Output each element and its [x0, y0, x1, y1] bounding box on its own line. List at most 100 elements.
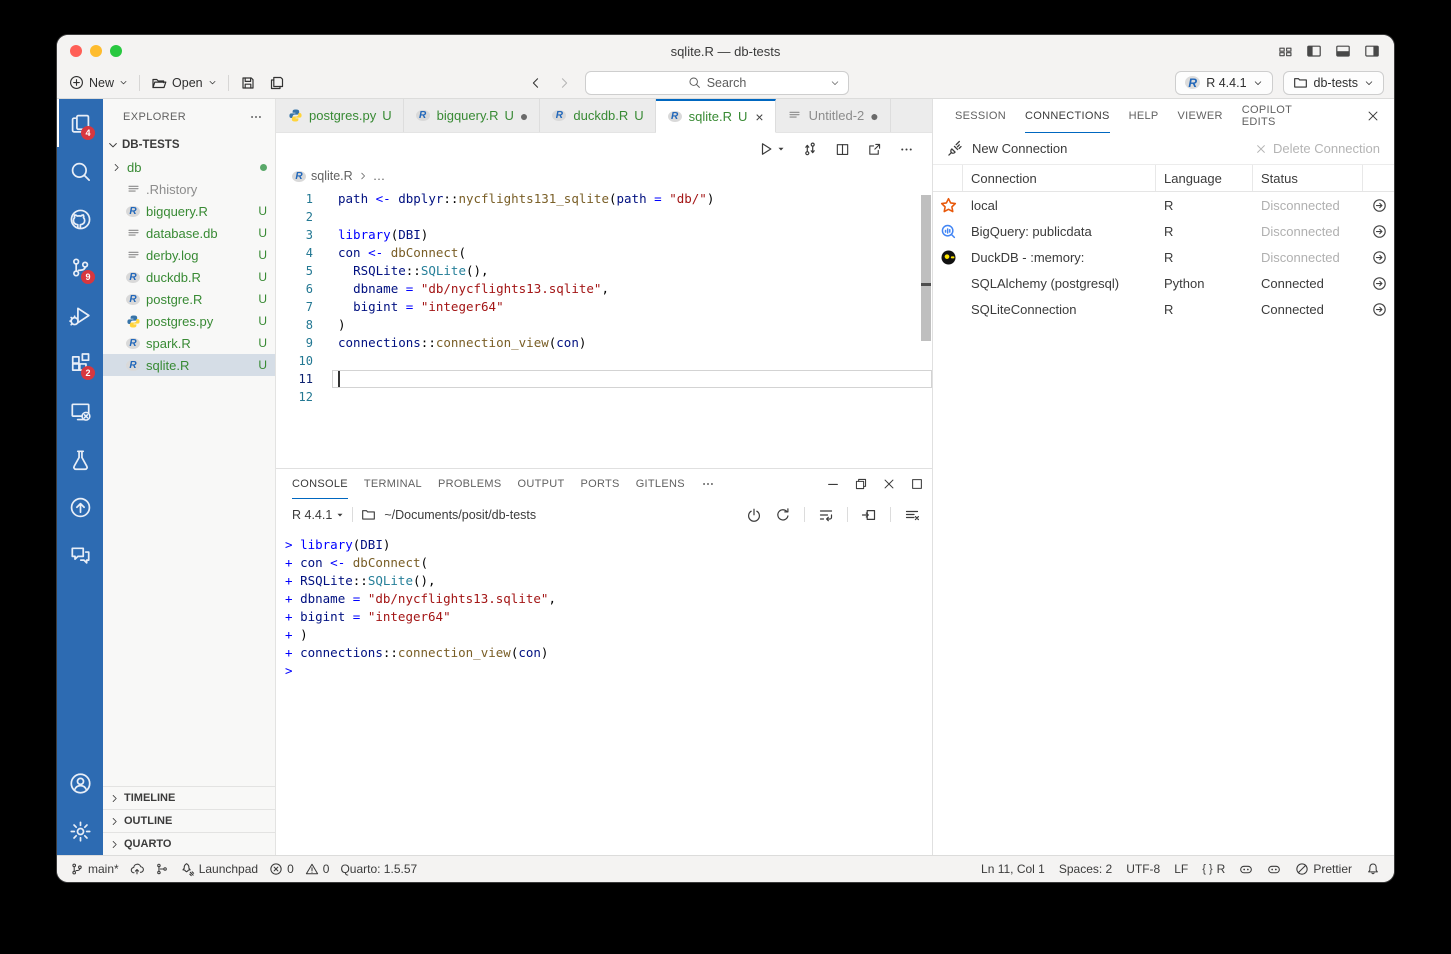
customize-layout-icon[interactable]	[1278, 44, 1293, 59]
navigate-forward-icon[interactable]	[557, 76, 571, 90]
split-editor-icon[interactable]	[835, 142, 850, 157]
interpreter-selector[interactable]: R R 4.4.1	[1175, 71, 1272, 95]
activity-item-extensions[interactable]: 2	[57, 339, 103, 387]
panel-tab-console[interactable]: CONSOLE	[292, 469, 348, 499]
status-warnings[interactable]: 0	[305, 862, 330, 876]
status-git-branch[interactable]: main*	[70, 862, 119, 876]
status-cursor-position[interactable]: Ln 11, Col 1	[981, 862, 1045, 876]
console-interpreter-selector[interactable]: R 4.4.1	[292, 508, 344, 522]
open-connection-icon[interactable]	[1363, 198, 1394, 213]
activity-item-testing[interactable]	[57, 435, 103, 483]
tab-postgres-py[interactable]: postgres.pyU	[276, 99, 404, 132]
open-connection-icon[interactable]	[1363, 224, 1394, 239]
activity-item-account[interactable]	[57, 759, 103, 807]
sidebar-item-database-db[interactable]: database.dbU	[103, 222, 275, 244]
toggle-panel-icon[interactable]	[1335, 43, 1351, 59]
activity-item-github[interactable]	[57, 195, 103, 243]
connection-row-bigquery-publicdata[interactable]: BigQuery: publicdataRDisconnected	[933, 218, 1394, 244]
toggle-primary-sidebar-icon[interactable]	[1306, 43, 1322, 59]
open-connection-icon[interactable]	[1363, 276, 1394, 291]
more-actions-icon[interactable]	[899, 142, 914, 157]
column-header-status[interactable]: Status	[1253, 165, 1363, 191]
status-prettier[interactable]: Prettier	[1295, 862, 1352, 876]
status-copilot[interactable]	[1239, 862, 1253, 876]
sidebar-item-postgre-r[interactable]: Rpostgre.RU	[103, 288, 275, 310]
close-secondary-panel-icon[interactable]	[1366, 109, 1380, 123]
connection-row-sqliteconnection[interactable]: SQLiteConnectionRConnected	[933, 296, 1394, 322]
connection-row-local[interactable]: localRDisconnected	[933, 192, 1394, 218]
search-input[interactable]: Search	[585, 71, 849, 95]
code-editor[interactable]: 1path <- dbplyr::nycflights131_sqlite(pa…	[276, 187, 932, 468]
delete-connection-button[interactable]: Delete Connection	[1255, 141, 1380, 156]
secondary-tab-help[interactable]: HELP	[1129, 99, 1159, 133]
sidebar-item-derby-log[interactable]: derby.logU	[103, 244, 275, 266]
sidebar-item-spark-r[interactable]: Rspark.RU	[103, 332, 275, 354]
word-wrap-icon[interactable]	[818, 507, 834, 523]
restore-panel-icon[interactable]	[854, 477, 868, 491]
status-notifications[interactable]	[1366, 862, 1380, 876]
sidebar-section-outline[interactable]: OUTLINE	[103, 809, 275, 832]
sidebar-item-bigquery-r[interactable]: Rbigquery.RU	[103, 200, 275, 222]
open-in-window-icon[interactable]	[867, 142, 882, 157]
close-tab-icon[interactable]: ×	[755, 109, 763, 125]
source-file-icon[interactable]	[802, 141, 818, 157]
status-launchpad[interactable]: Launchpad	[180, 862, 258, 877]
panel-tab-output[interactable]: OUTPUT	[517, 469, 564, 499]
activity-item-explorer[interactable]: 4	[57, 99, 103, 147]
sidebar-section-timeline[interactable]: TIMELINE	[103, 786, 275, 809]
status-eol[interactable]: LF	[1174, 862, 1188, 876]
shutdown-console-icon[interactable]	[746, 507, 762, 523]
panel-tab-problems[interactable]: PROBLEMS	[438, 469, 502, 499]
status-publish[interactable]	[130, 862, 144, 876]
tab-duckdb-r[interactable]: Rduckdb.RU	[540, 99, 655, 132]
activity-item-source-control[interactable]: 9	[57, 243, 103, 291]
sidebar-item-duckdb-r[interactable]: Rduckdb.RU	[103, 266, 275, 288]
activity-item-publish[interactable]	[57, 483, 103, 531]
status-quarto-version[interactable]: Quarto: 1.5.57	[340, 862, 417, 876]
run-file-icon[interactable]	[758, 141, 774, 157]
clear-console-icon[interactable]	[904, 507, 920, 523]
sidebar-section-quarto[interactable]: QUARTO	[103, 832, 275, 855]
activity-item-comments[interactable]	[57, 531, 103, 579]
minimize-panel-icon[interactable]	[826, 477, 840, 491]
activity-item-search[interactable]	[57, 147, 103, 195]
save-all-icon[interactable]	[269, 75, 285, 91]
tab-untitled-2[interactable]: Untitled-2●	[776, 99, 891, 132]
panel-tab-terminal[interactable]: TERMINAL	[364, 469, 422, 499]
sidebar-item-sqlite-r[interactable]: Rsqlite.RU	[103, 354, 275, 376]
move-to-editor-icon[interactable]	[861, 507, 877, 523]
status-encoding[interactable]: UTF-8	[1126, 862, 1160, 876]
connection-row-duckdb-memory-[interactable]: DuckDB - :memory:RDisconnected	[933, 244, 1394, 270]
close-panel-icon[interactable]	[882, 477, 896, 491]
sidebar-item-db[interactable]: db	[103, 156, 275, 178]
workspace-selector[interactable]: db-tests	[1283, 71, 1384, 95]
open-connection-icon[interactable]	[1363, 250, 1394, 265]
console-output[interactable]: > library(DBI)+ con <- dbConnect(+ RSQLi…	[276, 530, 932, 855]
run-dropdown-icon[interactable]	[777, 145, 785, 153]
connection-row-sqlalchemy-postgresql-[interactable]: SQLAlchemy (postgresql)PythonConnected	[933, 270, 1394, 296]
more-actions-icon[interactable]	[249, 110, 263, 124]
status-copilot-chat[interactable]	[1267, 862, 1281, 876]
sidebar-item--rhistory[interactable]: .Rhistory	[103, 178, 275, 200]
tab-sqlite-r[interactable]: Rsqlite.RU×	[656, 99, 776, 133]
secondary-tab-session[interactable]: SESSION	[955, 99, 1006, 133]
workspace-root-folder[interactable]: DB-TESTS	[103, 134, 275, 156]
save-icon[interactable]	[240, 75, 256, 91]
status-gitlens-graph[interactable]	[155, 862, 169, 876]
column-header-language[interactable]: Language	[1156, 165, 1253, 191]
new-connection-button[interactable]: New Connection	[947, 140, 1067, 157]
tab-bigquery-r[interactable]: Rbigquery.RU●	[404, 99, 541, 132]
open-connection-icon[interactable]	[1363, 302, 1394, 317]
new-button[interactable]: New	[69, 75, 128, 90]
secondary-tab-copilot-edits[interactable]: COPILOT EDITS	[1242, 99, 1328, 133]
activity-item-remote-explorer[interactable]	[57, 387, 103, 435]
status-errors[interactable]: 0	[269, 862, 294, 876]
activity-item-settings[interactable]	[57, 807, 103, 855]
navigate-back-icon[interactable]	[529, 76, 543, 90]
secondary-tab-viewer[interactable]: VIEWER	[1178, 99, 1223, 133]
status-indentation[interactable]: Spaces: 2	[1059, 862, 1112, 876]
panel-tab-ports[interactable]: PORTS	[581, 469, 620, 499]
breadcrumb[interactable]: R sqlite.R …	[276, 165, 932, 187]
status-language-mode[interactable]: { }R	[1202, 862, 1225, 876]
sidebar-item-postgres-py[interactable]: postgres.pyU	[103, 310, 275, 332]
